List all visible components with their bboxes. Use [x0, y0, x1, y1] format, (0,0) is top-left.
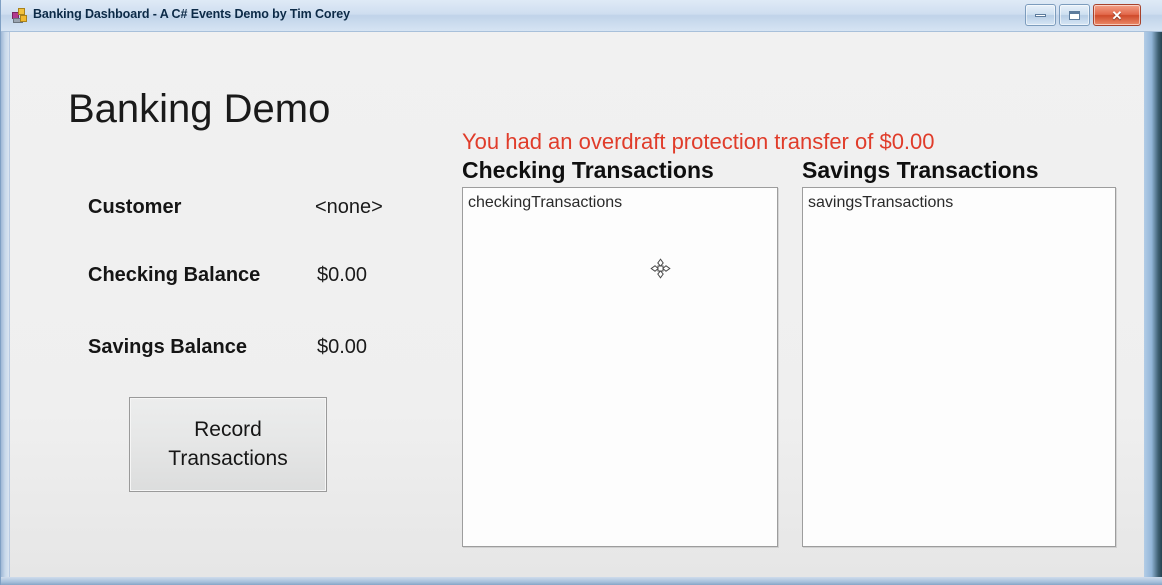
record-transactions-button-line2: Transactions: [168, 446, 288, 470]
window-title: Banking Dashboard - A C# Events Demo by …: [33, 7, 350, 21]
savings-balance-value: $0.00: [317, 336, 368, 358]
savings-transactions-listbox[interactable]: savingsTransactions: [802, 187, 1116, 547]
savings-transactions-header: Savings Transactions: [802, 157, 1039, 183]
record-transactions-button[interactable]: Record Transactions: [129, 397, 327, 492]
window-frame-right-edge[interactable]: [1143, 0, 1162, 585]
savings-balance-label: Savings Balance: [88, 336, 247, 358]
checking-transactions-header: Checking Transactions: [462, 157, 714, 183]
title-bar[interactable]: Banking Dashboard - A C# Events Demo by …: [1, 0, 1162, 32]
savings-transactions-placeholder: savingsTransactions: [808, 194, 954, 211]
page-title: Banking Demo: [68, 87, 331, 131]
checking-balance-label: Checking Balance: [88, 264, 261, 286]
window-frame-bottom-edge[interactable]: [1, 577, 1162, 585]
window-frame-left-edge[interactable]: [1, 0, 9, 585]
overdraft-alert-text: You had an overdraft protection transfer…: [462, 129, 935, 154]
client-area: Banking Demo Customer <none> Checking Ba…: [10, 32, 1144, 577]
move-cursor-icon: [650, 258, 671, 279]
record-transactions-button-line1: Record: [194, 418, 262, 442]
checking-transactions-listbox[interactable]: checkingTransactions: [462, 187, 778, 547]
close-button[interactable]: ✕: [1093, 4, 1141, 26]
customer-label: Customer: [88, 196, 182, 218]
checking-transactions-placeholder: checkingTransactions: [468, 194, 623, 211]
app-icon: [12, 8, 28, 24]
close-icon: ✕: [1111, 7, 1123, 23]
customer-value: <none>: [315, 196, 383, 218]
minimize-icon: [1035, 13, 1046, 17]
maximize-button[interactable]: [1059, 4, 1090, 26]
window-controls: ✕: [1025, 4, 1141, 26]
application-window: Banking Dashboard - A C# Events Demo by …: [0, 0, 1162, 585]
minimize-button[interactable]: [1025, 4, 1056, 26]
maximize-icon: [1069, 10, 1080, 20]
checking-balance-value: $0.00: [317, 264, 368, 286]
